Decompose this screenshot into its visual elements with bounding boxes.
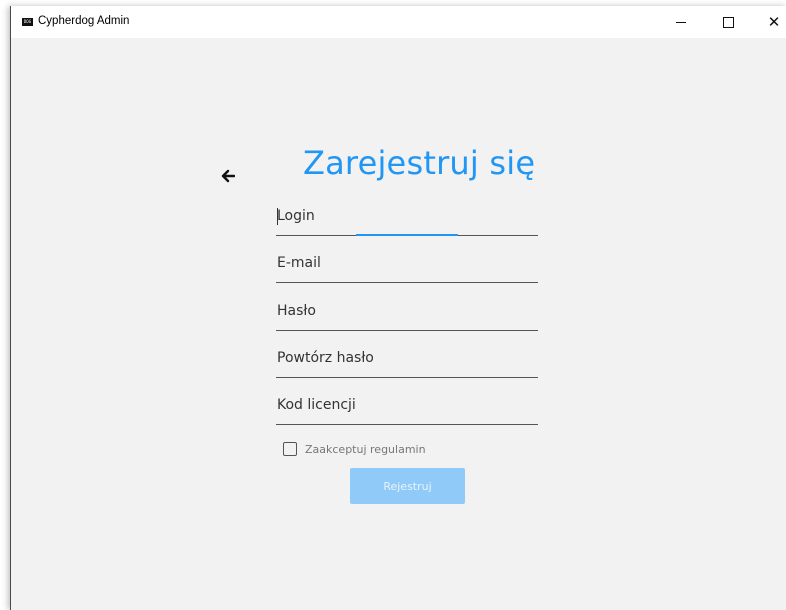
register-button[interactable]: Rejestruj: [350, 468, 465, 504]
repeat-password-field[interactable]: Powtórz hasło: [276, 345, 538, 378]
title-bar[interactable]: DOG Cypherdog Admin ✕: [11, 6, 786, 38]
password-field[interactable]: Hasło: [276, 298, 538, 331]
login-field[interactable]: Login: [276, 203, 538, 236]
back-button[interactable]: [221, 168, 236, 183]
maximize-button[interactable]: [705, 6, 751, 38]
login-label: Login: [277, 208, 315, 224]
password-label: Hasło: [277, 303, 316, 319]
close-icon: ✕: [767, 12, 781, 31]
terms-checkbox-row[interactable]: Zaakceptuj regulamin: [283, 442, 426, 456]
close-button[interactable]: ✕: [751, 6, 786, 38]
repeat-password-label: Powtórz hasło: [277, 350, 374, 366]
terms-label: Zaakceptuj regulamin: [305, 442, 426, 456]
license-code-field[interactable]: Kod licencji: [276, 392, 538, 425]
app-logo-icon: DOG: [22, 18, 33, 26]
email-field[interactable]: E-mail: [276, 250, 538, 283]
license-code-label: Kod licencji: [277, 397, 356, 413]
maximize-icon: [722, 16, 734, 28]
text-caret: [277, 208, 278, 225]
focus-underline: [356, 234, 458, 236]
terms-checkbox[interactable]: [283, 442, 297, 456]
arrow-left-icon: [221, 169, 236, 183]
window-title: Cypherdog Admin: [38, 15, 130, 27]
page-title: Zarejestruj się: [303, 144, 536, 182]
minimize-icon: [676, 21, 686, 23]
minimize-button[interactable]: [658, 6, 704, 38]
app-window: DOG Cypherdog Admin ✕ Zarejestruj się Lo…: [10, 6, 786, 610]
email-label: E-mail: [277, 255, 321, 271]
